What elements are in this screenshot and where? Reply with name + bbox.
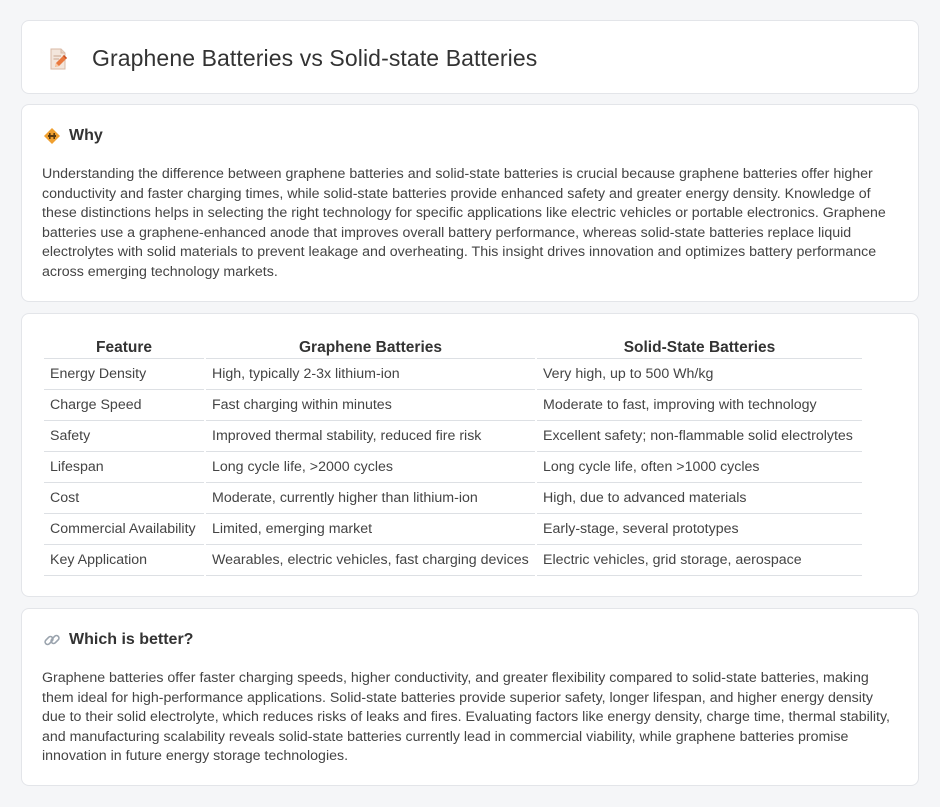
solid-state-cell: High, due to advanced materials (537, 483, 862, 514)
why-heading: Why (69, 127, 103, 144)
why-section: Why Understanding the difference between… (21, 104, 919, 302)
better-heading: Which is better? (69, 631, 194, 648)
graphene-cell: Moderate, currently higher than lithium-… (206, 483, 535, 514)
feature-cell: Lifespan (44, 452, 204, 483)
page-title: Graphene Batteries vs Solid-state Batter… (92, 45, 538, 71)
feature-cell: Charge Speed (44, 390, 204, 421)
solid-state-cell: Excellent safety; non-flammable solid el… (537, 421, 862, 452)
which-better-section: Which is better? Graphene batteries offe… (21, 608, 919, 786)
graphene-cell: Limited, emerging market (206, 514, 535, 545)
why-heading-row: Why (43, 127, 103, 145)
feature-cell: Key Application (44, 545, 204, 576)
column-header-feature: Feature (44, 335, 204, 359)
better-paragraph: Graphene batteries offer faster charging… (42, 670, 890, 765)
solid-state-cell: Very high, up to 500 Wh/kg (537, 359, 862, 390)
table-row: Commercial Availability Limited, emergin… (44, 514, 862, 545)
link-icon (44, 634, 60, 646)
solid-state-cell: Electric vehicles, grid storage, aerospa… (537, 545, 862, 576)
graphene-cell: Wearables, electric vehicles, fast charg… (206, 545, 535, 576)
title-row: Graphene Batteries vs Solid-state Batter… (46, 45, 537, 72)
graphene-cell: Long cycle life, >2000 cycles (206, 452, 535, 483)
feature-cell: Cost (44, 483, 204, 514)
graphene-cell: Fast charging within minutes (206, 390, 535, 421)
header-card: Graphene Batteries vs Solid-state Batter… (21, 20, 919, 94)
comparison-section: Feature Graphene Batteries Solid-State B… (21, 313, 919, 597)
feature-cell: Energy Density (44, 359, 204, 390)
table-header-row: Feature Graphene Batteries Solid-State B… (44, 335, 862, 359)
table-row: Key Application Wearables, electric vehi… (44, 545, 862, 576)
feature-cell: Commercial Availability (44, 514, 204, 545)
column-header-solid-state: Solid-State Batteries (537, 335, 862, 359)
column-header-graphene: Graphene Batteries (206, 335, 535, 359)
solid-state-cell: Long cycle life, often >1000 cycles (537, 452, 862, 483)
table-row: Safety Improved thermal stability, reduc… (44, 421, 862, 452)
table-row: Charge Speed Fast charging within minute… (44, 390, 862, 421)
why-paragraph: Understanding the difference between gra… (42, 166, 886, 280)
comparison-table: Feature Graphene Batteries Solid-State B… (42, 335, 864, 576)
document-pencil-icon (50, 48, 67, 69)
table-row: Energy Density High, typically 2-3x lith… (44, 359, 862, 390)
solid-state-cell: Early-stage, several prototypes (537, 514, 862, 545)
table-row: Lifespan Long cycle life, >2000 cycles L… (44, 452, 862, 483)
solid-state-cell: Moderate to fast, improving with technol… (537, 390, 862, 421)
feature-cell: Safety (44, 421, 204, 452)
graphene-cell: High, typically 2-3x lithium-ion (206, 359, 535, 390)
warning-sign-icon (44, 128, 60, 144)
graphene-cell: Improved thermal stability, reduced fire… (206, 421, 535, 452)
table-row: Cost Moderate, currently higher than lit… (44, 483, 862, 514)
better-heading-row: Which is better? (43, 631, 193, 649)
